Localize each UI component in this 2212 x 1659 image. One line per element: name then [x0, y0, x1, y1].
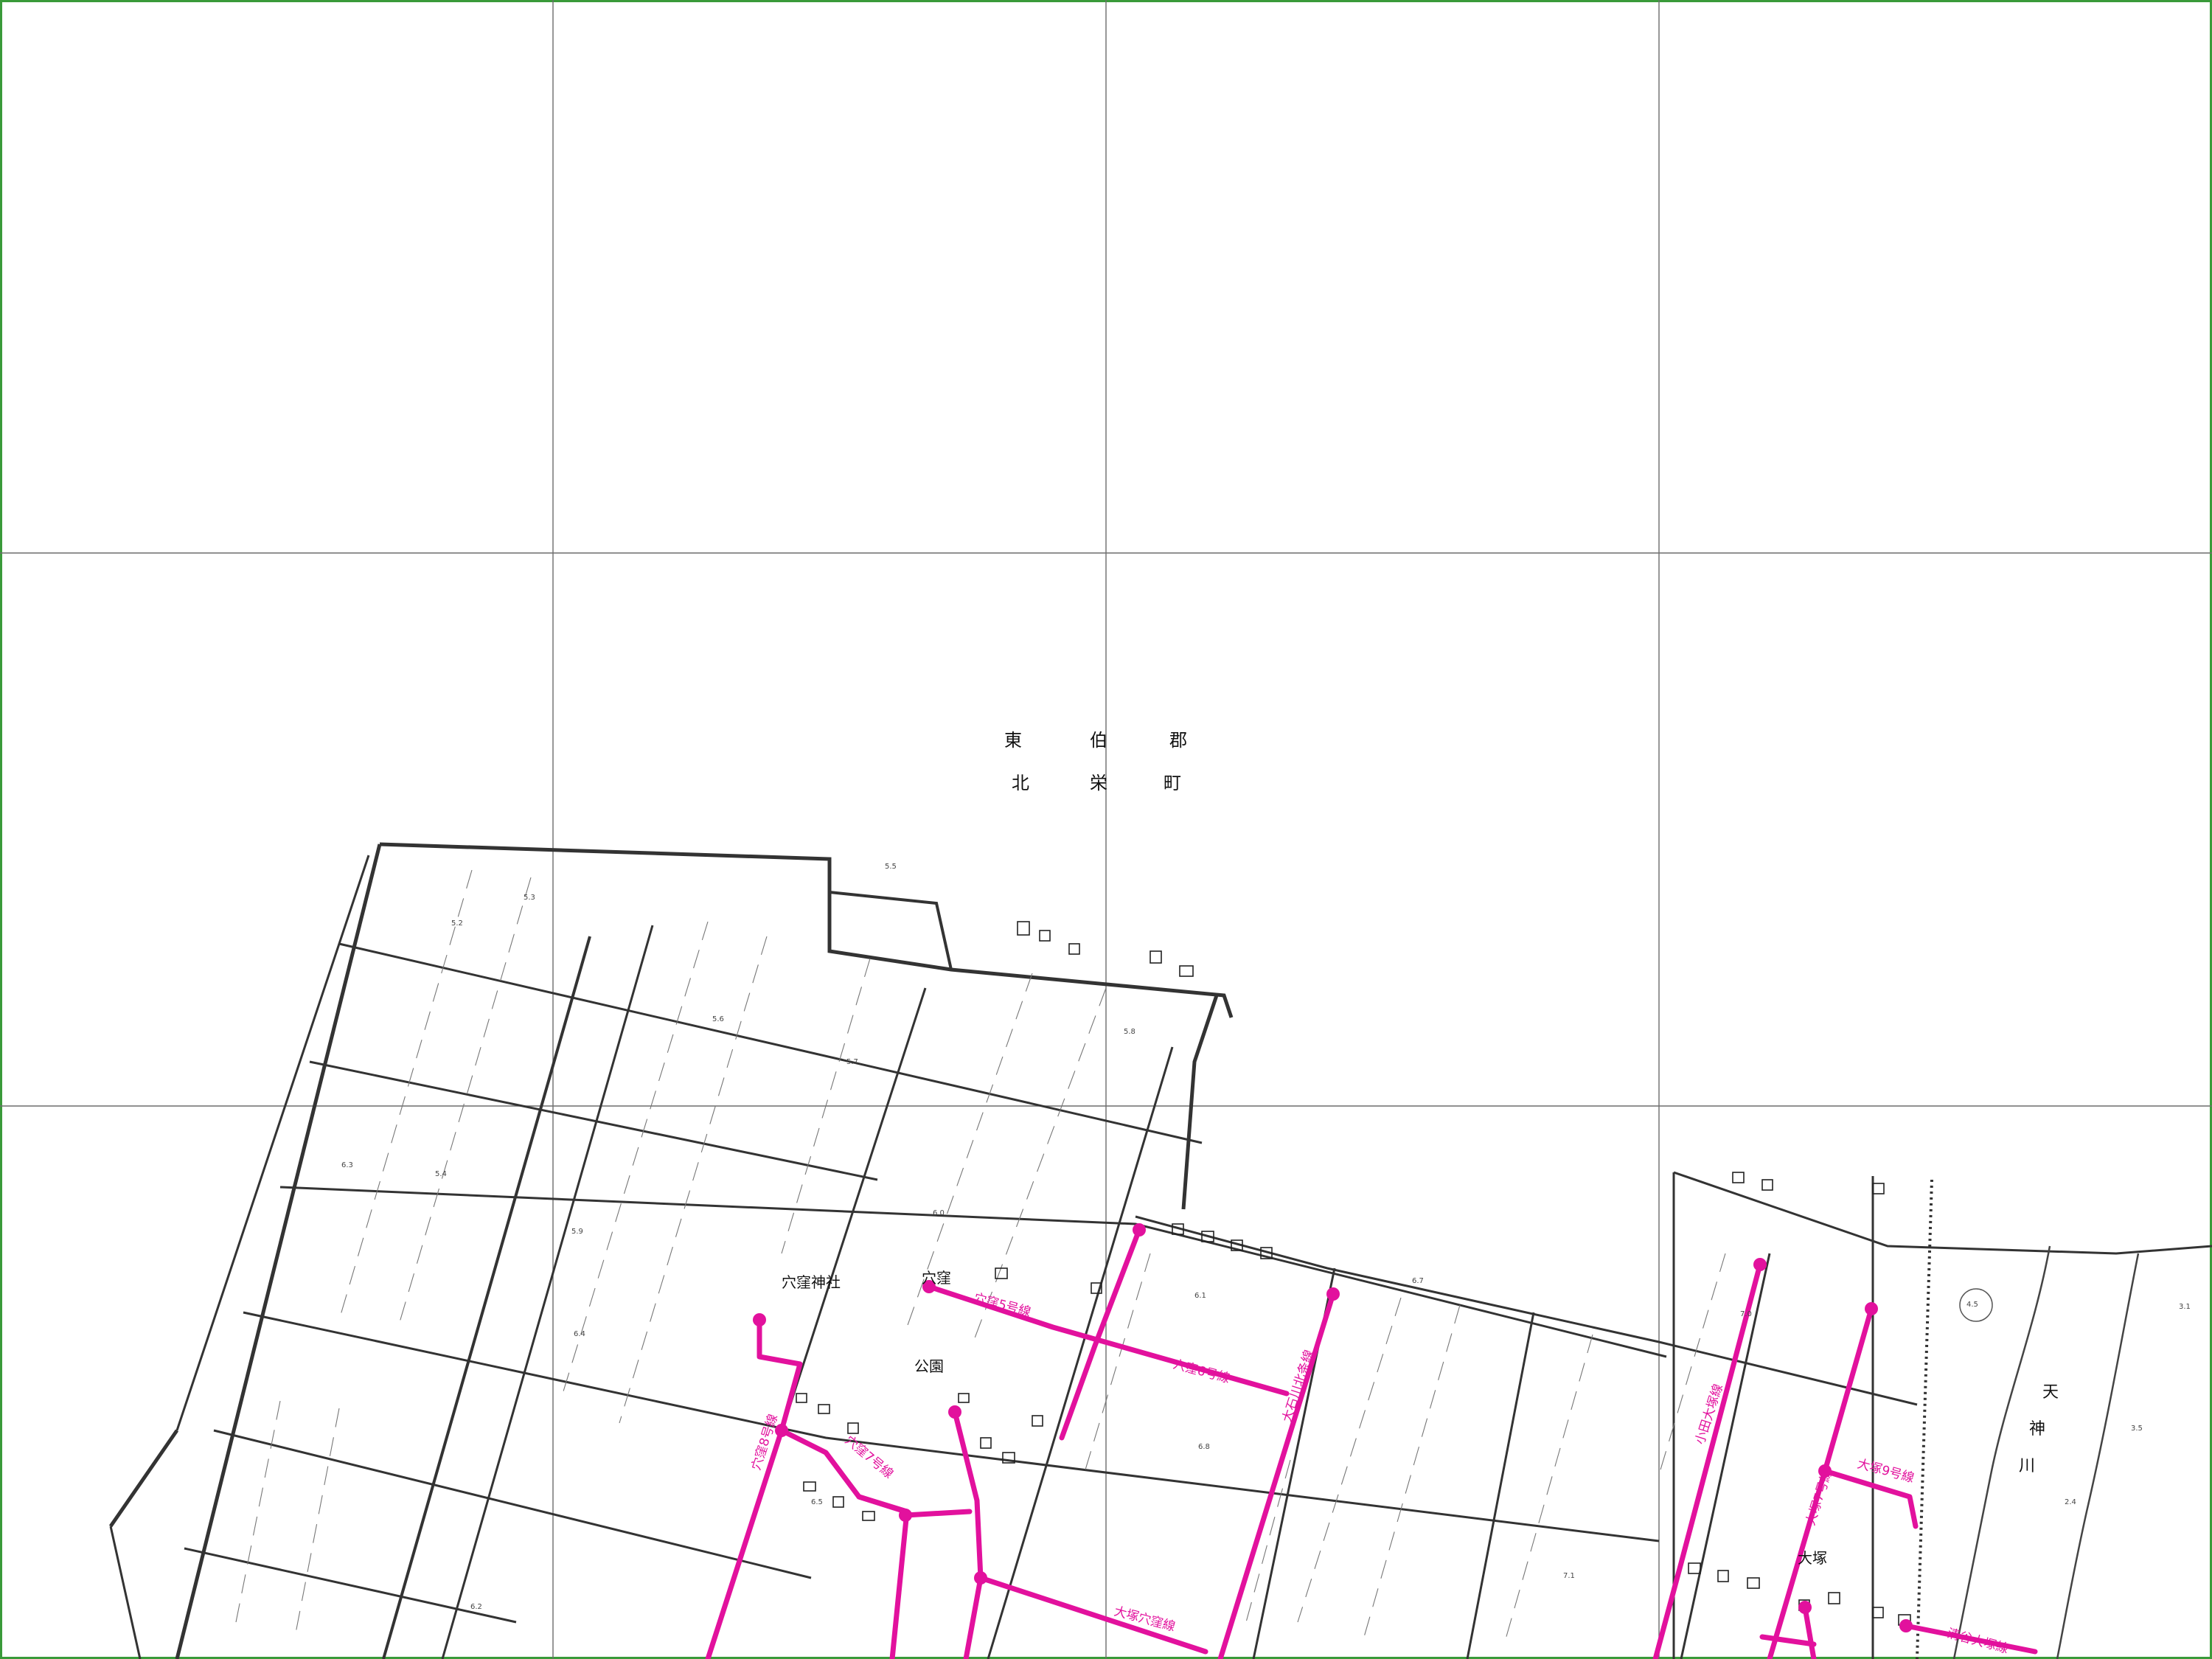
base-roads [108, 842, 2212, 1659]
admin-labels: 東 伯 郡 北 栄 町 [1004, 730, 1187, 793]
elevation-label: 6.0 [933, 1209, 945, 1217]
town-char-2: 栄 [1090, 773, 1107, 793]
place-shrine: 穴窪神社 [782, 1273, 841, 1291]
sheet-grid [0, 0, 2212, 1659]
elevation-label: 5.9 [571, 1228, 583, 1236]
route-label-otsuka7: 大塚7号線 [1804, 1467, 1835, 1527]
county-char-3: 郡 [1169, 730, 1187, 751]
river-char-3: 川 [2019, 1457, 2035, 1475]
place-anakubo: 穴窪 [922, 1269, 951, 1287]
route-lines [705, 1227, 2038, 1659]
elevation-label: 5.3 [524, 894, 535, 902]
county-char-1: 東 [1004, 730, 1022, 751]
elevation-label: 5.8 [1124, 1028, 1135, 1036]
elevation-label: 6.1 [1194, 1292, 1206, 1300]
elevation-label: 6.4 [574, 1330, 585, 1338]
elevation-label: 2.4 [2065, 1498, 2076, 1506]
place-otsuka: 大塚 [1798, 1549, 1827, 1567]
route-label-anakubo5: 穴窪5号線 [973, 1291, 1032, 1321]
route-labels: 穴窪5号線 穴窪6号線 穴窪8号線 穴窪7号線 大石川北条線 大塚穴窪線 大塚9… [749, 1291, 2010, 1657]
place-park: 公園 [914, 1357, 944, 1375]
elevation-label: 6.8 [1198, 1443, 1210, 1451]
elevation-label: 7.1 [1563, 1572, 1575, 1580]
elevation-label: 5.6 [712, 1015, 724, 1023]
river-char-2: 神 [2029, 1420, 2045, 1439]
elevation-label: 6.3 [341, 1161, 353, 1169]
route-label-anakubo7: 穴窪7号線 [842, 1433, 896, 1482]
elevation-label: 5.4 [435, 1170, 447, 1178]
elevation-label: 7.0 [1740, 1310, 1752, 1318]
map-canvas[interactable]: 東 伯 郡 北 栄 町 穴窪 穴窪神社 公園 大塚 天 神 川 穴窪5号線 穴窪… [0, 0, 2212, 1659]
elevation-label: 5.5 [885, 863, 897, 871]
elevation-label: 5.2 [451, 919, 463, 928]
elevation-label: 3.5 [2131, 1425, 2143, 1433]
river-char-1: 天 [2042, 1383, 2059, 1402]
elevation-labels: 5.3 5.2 5.5 5.6 5.7 5.8 5.9 6.0 6.1 6.2 … [341, 863, 2191, 1611]
elevation-label: 6.5 [811, 1498, 823, 1506]
elevation-label: 4.5 [1966, 1301, 1978, 1309]
elevation-label: 5.7 [846, 1058, 858, 1066]
elevation-label: 6.7 [1412, 1277, 1424, 1285]
elevation-label: 6.2 [470, 1603, 482, 1611]
block-roads [382, 925, 1771, 1659]
town-char-1: 北 [1012, 773, 1029, 793]
route-label-anakubo6: 穴窪6号線 [1172, 1357, 1231, 1387]
county-char-2: 伯 [1090, 730, 1107, 751]
town-char-3: 町 [1164, 773, 1181, 793]
elevation-label: 3.1 [2179, 1303, 2191, 1311]
